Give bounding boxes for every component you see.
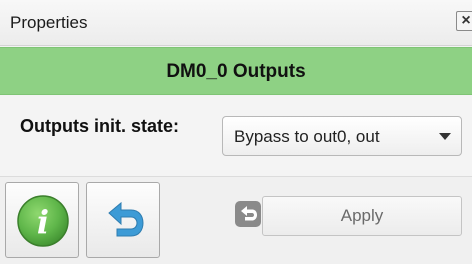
chevron-down-icon bbox=[439, 133, 451, 140]
outputs-init-state-row: Outputs init. state: Bypass to out0, out bbox=[0, 96, 472, 176]
apply-button[interactable]: Apply bbox=[262, 196, 462, 236]
svg-text:i: i bbox=[37, 203, 49, 241]
outputs-init-state-select[interactable]: Bypass to out0, out bbox=[222, 116, 462, 156]
section-header: DM0_0 Outputs bbox=[0, 47, 472, 95]
outputs-init-state-label-text: Outputs init. state: bbox=[20, 116, 179, 136]
outputs-init-state-value: Bypass to out0, out bbox=[234, 127, 380, 146]
panel-title: Properties bbox=[10, 13, 88, 32]
panel-titlebar: Properties × bbox=[0, 0, 472, 46]
bottom-toolbar: i Apply bbox=[0, 176, 472, 264]
properties-panel: Properties × DM0_0 Outputs Outputs init.… bbox=[0, 0, 472, 264]
outputs-init-state-label: Outputs init. state: bbox=[20, 116, 200, 137]
close-icon[interactable]: × bbox=[456, 11, 472, 31]
info-button[interactable]: i bbox=[5, 182, 79, 258]
revert-button[interactable] bbox=[86, 182, 160, 258]
revert-arrow-icon bbox=[108, 201, 144, 237]
info-icon: i bbox=[17, 195, 69, 247]
small-revert-icon bbox=[235, 201, 261, 227]
section-title: DM0_0 Outputs bbox=[166, 61, 306, 82]
